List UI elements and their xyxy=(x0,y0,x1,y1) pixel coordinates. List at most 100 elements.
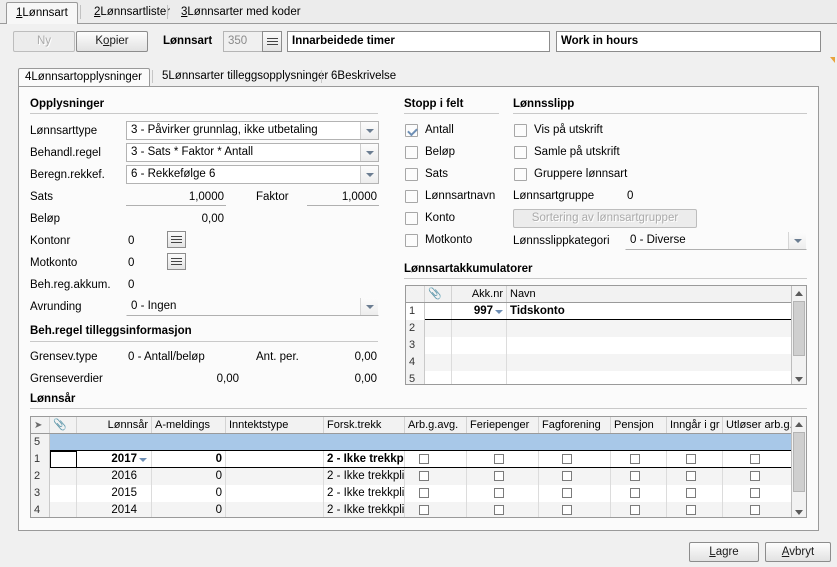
la-inngar-2[interactable] xyxy=(667,468,723,485)
la-fagforening-3[interactable] xyxy=(539,485,611,502)
la-year-chevron-down-icon[interactable] xyxy=(139,458,147,462)
checkbox-fagforening-1[interactable] xyxy=(562,454,572,464)
la-inngar-4[interactable] xyxy=(667,502,723,517)
la-utloser-3[interactable] xyxy=(723,485,792,502)
akk-akknr-5[interactable] xyxy=(452,371,507,384)
tab-lonnsart[interactable]: 1Lønnsart xyxy=(6,2,78,25)
la-fagforening-2[interactable] xyxy=(539,468,611,485)
checkbox-stopp-konto[interactable] xyxy=(405,212,418,225)
sortering-av-lonnsartgrupper-button[interactable]: Sortering av lønnsartgrupper xyxy=(513,209,697,228)
la-amelding-1[interactable]: 0 xyxy=(152,451,226,468)
la-amelding-4[interactable]: 0 xyxy=(152,502,226,517)
scroll-down-icon[interactable] xyxy=(792,505,806,517)
lonnsarttype-combo[interactable]: 3 - Påvirker grunnlag, ikke utbetaling xyxy=(126,121,379,140)
behandlregel-combo[interactable]: 3 - Sats * Faktor * Antall xyxy=(126,143,379,162)
la-utloser-2[interactable] xyxy=(723,468,792,485)
cancel-button[interactable]: Avbryt xyxy=(765,542,831,562)
akk-row-2[interactable]: 2 xyxy=(406,320,792,337)
scroll-up-icon[interactable] xyxy=(792,417,806,431)
tab-beskrivelse[interactable]: 6Beskrivelse xyxy=(325,68,402,86)
chevron-down-icon[interactable] xyxy=(360,144,378,161)
checkbox-pensjon-1[interactable] xyxy=(630,454,640,464)
akk-clip-1[interactable] xyxy=(425,303,452,320)
checkbox-fagforening-4[interactable] xyxy=(562,505,572,515)
lonnsartar-scrollbar[interactable] xyxy=(791,417,806,517)
akk-clip-3[interactable] xyxy=(425,337,452,354)
chevron-down-icon[interactable] xyxy=(788,232,806,249)
la-pensjon-3[interactable] xyxy=(611,485,667,502)
grenseverdier-value-1[interactable]: 0,00 xyxy=(169,371,241,387)
akk-akknr-3[interactable] xyxy=(452,337,507,354)
sats-field[interactable]: 1,0000 xyxy=(126,189,226,206)
kontonr-list-icon[interactable] xyxy=(167,231,186,248)
la-inngar-3[interactable] xyxy=(667,485,723,502)
beregnrekkef-combo[interactable]: 6 - Rekkefølge 6 xyxy=(126,165,379,184)
checkbox-stopp-motkonto[interactable] xyxy=(405,234,418,247)
checkbox-feriepenger-2[interactable] xyxy=(494,471,504,481)
akk-row-1[interactable]: 1 997 Tidskonto xyxy=(406,303,792,320)
tab-lonnsartopplysninger[interactable]: 4Lønnsartopplysninger xyxy=(18,68,150,86)
checkbox-stopp-lonnsartnavn[interactable] xyxy=(405,190,418,203)
la-feriepenger-2[interactable] xyxy=(467,468,539,485)
akk-akknr-4[interactable] xyxy=(452,354,507,371)
scroll-down-icon[interactable] xyxy=(792,372,806,384)
la-arbgavg-1[interactable] xyxy=(405,451,467,468)
la-year-2[interactable]: 2016 xyxy=(77,468,152,485)
checkbox-inngar-3[interactable] xyxy=(686,488,696,498)
la-row-2[interactable]: 2 2016 0 2 - Ikke trekkplikti xyxy=(31,468,792,485)
akk-akknr-chevron-down-icon[interactable] xyxy=(495,310,503,314)
motkonto-field[interactable]: 0 xyxy=(126,255,164,271)
save-button[interactable]: Lagre xyxy=(689,542,759,562)
la-forsktrekk-1[interactable]: 2 - Ikke trekkp xyxy=(324,451,405,468)
la-clip-3[interactable] xyxy=(50,485,77,502)
akk-navn-1[interactable]: Tidskonto xyxy=(507,303,792,320)
akk-row-3[interactable]: 3 xyxy=(406,337,792,354)
la-inntektstype-3[interactable] xyxy=(226,485,324,502)
la-utloser-1[interactable] xyxy=(723,451,792,468)
la-arbgavg-3[interactable] xyxy=(405,485,467,502)
checkbox-feriepenger-4[interactable] xyxy=(494,505,504,515)
akk-navn-5[interactable] xyxy=(507,371,792,384)
akk-row-5[interactable]: 5 xyxy=(406,371,792,384)
lonnsartar-grid[interactable]: ➤ 📎 Lønnsår A-meldings Inntektstype Fors… xyxy=(30,416,807,518)
list-icon[interactable] xyxy=(262,31,282,52)
la-arbgavg-2[interactable] xyxy=(405,468,467,485)
checkbox-utloser-3[interactable] xyxy=(750,488,760,498)
la-row-4[interactable]: 4 2014 0 2 - Ikke trekkplikti xyxy=(31,502,792,517)
checkbox-vis-pa-utskrift[interactable] xyxy=(514,124,527,137)
akk-clip-4[interactable] xyxy=(425,354,452,371)
scrollbar-thumb[interactable] xyxy=(793,301,805,356)
checkbox-arbgavg-4[interactable] xyxy=(419,505,429,515)
akk-clip-5[interactable] xyxy=(425,371,452,384)
la-fagforening-4[interactable] xyxy=(539,502,611,517)
checkbox-utloser-4[interactable] xyxy=(750,505,760,515)
la-inntektstype-1[interactable] xyxy=(226,451,324,468)
la-clip-2[interactable] xyxy=(50,468,77,485)
checkbox-feriepenger-3[interactable] xyxy=(494,488,504,498)
copy-button[interactable]: Kopier xyxy=(76,31,148,52)
checkbox-feriepenger-1[interactable] xyxy=(494,454,504,464)
checkbox-stopp-antall[interactable] xyxy=(405,124,418,137)
tab-lonnsarter-med-koder[interactable]: 3Lønnsarter med koder xyxy=(172,2,310,24)
new-button[interactable]: Ny xyxy=(13,31,75,52)
la-arbgavg-4[interactable] xyxy=(405,502,467,517)
avrunding-combo[interactable]: 0 - Ingen xyxy=(126,297,379,316)
checkbox-arbgavg-3[interactable] xyxy=(419,488,429,498)
akkumulatorer-grid[interactable]: 📎 Akk.nr Navn 1 997 Tidskonto 2 3 4 5 xyxy=(405,285,807,385)
tab-lonnsartlister[interactable]: 2Lønnsartlister xyxy=(85,2,179,24)
la-pensjon-1[interactable] xyxy=(611,451,667,468)
akk-clip-2[interactable] xyxy=(425,320,452,337)
la-fagforening-1[interactable] xyxy=(539,451,611,468)
lonnsslippkategori-combo[interactable]: 0 - Diverse xyxy=(625,231,807,250)
checkbox-inngar-2[interactable] xyxy=(686,471,696,481)
checkbox-pensjon-2[interactable] xyxy=(630,471,640,481)
lonnsart-name-en-field[interactable]: Work in hours xyxy=(556,31,821,52)
la-feriepenger-4[interactable] xyxy=(467,502,539,517)
la-amelding-3[interactable]: 0 xyxy=(152,485,226,502)
la-row-3[interactable]: 3 2015 0 2 - Ikke trekkplikti xyxy=(31,485,792,502)
motkonto-list-icon[interactable] xyxy=(167,253,186,270)
la-year-3[interactable]: 2015 xyxy=(77,485,152,502)
akk-navn-3[interactable] xyxy=(507,337,792,354)
grensevtype-value[interactable]: 0 - Antall/beløp xyxy=(126,349,256,365)
checkbox-stopp-belop[interactable] xyxy=(405,146,418,159)
